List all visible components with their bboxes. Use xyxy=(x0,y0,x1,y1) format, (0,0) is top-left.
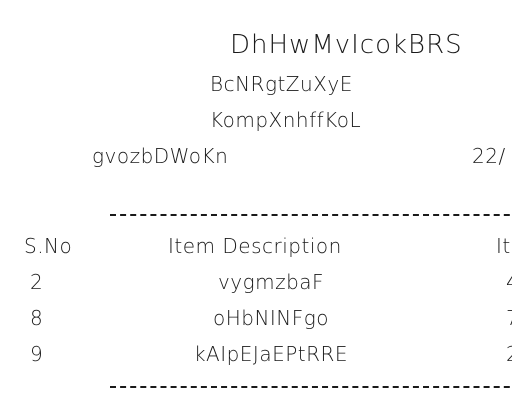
row-value: 4 xyxy=(506,272,512,292)
table-row: 8 oHbNINFgo 7 xyxy=(0,308,512,332)
row-sno: 9 xyxy=(30,342,44,366)
divider-bottom xyxy=(110,386,512,388)
row-description: oHbNINFgo xyxy=(212,306,330,330)
divider-top xyxy=(110,214,512,216)
table-row: 2 vygmzbaF 4 xyxy=(0,272,512,296)
row-description: vygmzbaF xyxy=(217,270,325,294)
row-sno: 8 xyxy=(30,306,44,330)
column-header-sno: S.No xyxy=(24,234,73,258)
table-row: 9 kAIpEJaEPtRRE 2 xyxy=(0,344,512,368)
row-value: 2 xyxy=(506,344,512,364)
row-sno: 2 xyxy=(30,270,44,294)
column-header-item: It xyxy=(496,234,511,258)
row-value: 7 xyxy=(506,308,512,328)
column-header-description: Item Description xyxy=(168,234,342,258)
store-name: DhHwMvIcokBRS xyxy=(230,30,463,60)
address-line-1: BcNRgtZuXyE xyxy=(210,72,353,96)
row-description: kAIpEJaEPtRRE xyxy=(193,342,349,366)
address-line-2: KompXnhffKoL xyxy=(210,108,362,132)
cashier-name: gvozbDWoKn xyxy=(92,144,229,168)
receipt-date: 22/ xyxy=(472,144,506,168)
